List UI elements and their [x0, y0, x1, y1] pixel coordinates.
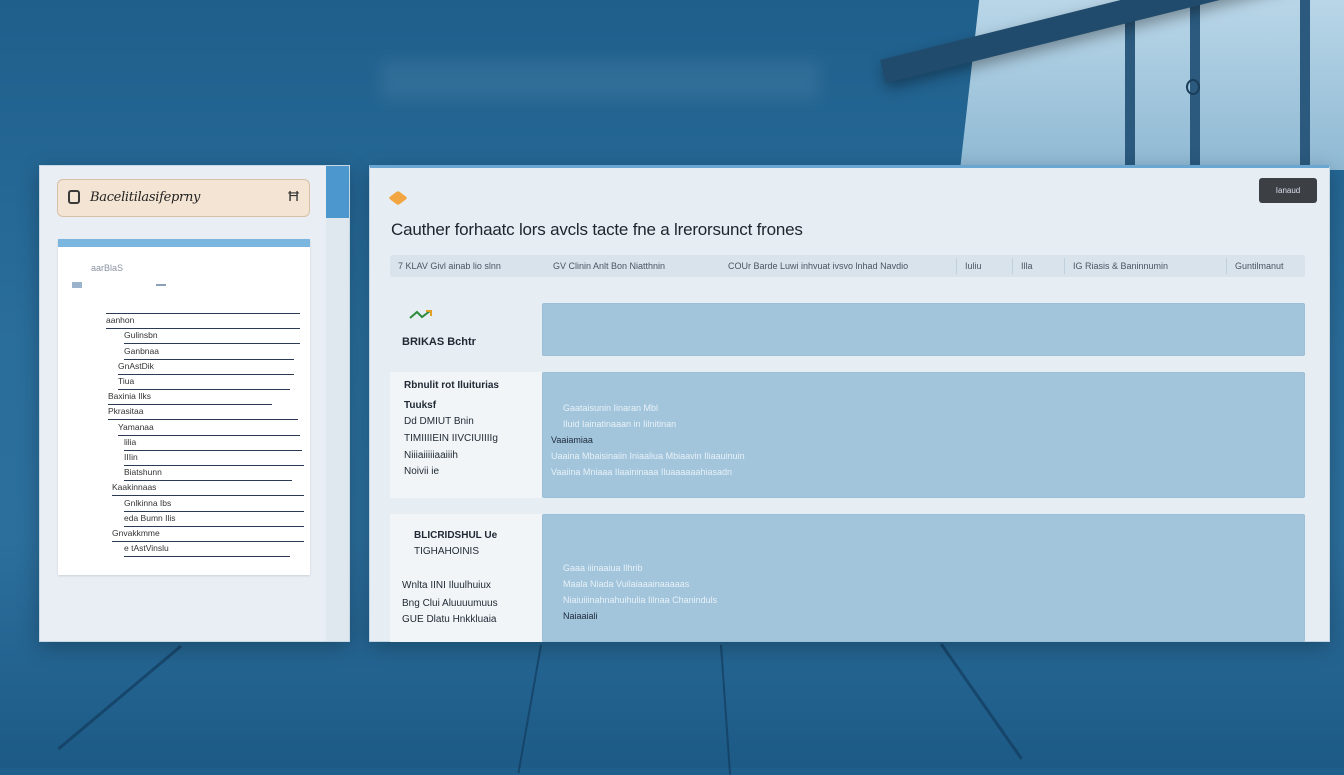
column-header[interactable]: IG Riasis & Baninnumin — [1073, 261, 1168, 271]
header-action-button[interactable]: Ianaud — [1259, 178, 1317, 203]
floor-line — [57, 645, 182, 751]
page-title: Cauther forhaatc lors avcls tacte fne a … — [391, 220, 803, 239]
document-line: Gnlkinna Ibs — [124, 497, 304, 512]
row-bar-text: Gaaa iiinaaiua Ilhrib — [563, 563, 643, 573]
column-divider — [1226, 258, 1227, 274]
row-bar-text: Gaataisunin Iinaran Mbl — [563, 403, 659, 413]
row-label-text: BLICRIDSHUL Ue — [414, 530, 498, 541]
row-label[interactable]: BRIKAS Bchtr — [390, 328, 540, 358]
row-bar-text: Vaaiamiaa — [551, 435, 593, 445]
row-label-text: Bng Clui Aluuuumuus — [402, 598, 498, 609]
document-line: Tiua — [118, 375, 290, 390]
panel-scroll-edge[interactable] — [326, 166, 349, 641]
document-line: Biatshunn — [124, 466, 292, 482]
row-label-text: Wnlta IINI Iluulhuiux — [402, 580, 491, 591]
row-label[interactable]: Rbnulit rot Iluiturias Tuuksf Dd DMIUT B… — [390, 372, 542, 498]
document-meta: aarBlaS — [91, 263, 124, 273]
document-line — [106, 299, 300, 314]
document-menu-icon[interactable]: Ħ — [288, 188, 299, 205]
row-bar[interactable]: Gaataisunin Iinaran Mbl Iluid Iainatinaa… — [542, 372, 1305, 498]
row-label-text: Tuuksf — [404, 400, 437, 411]
row-label-text: Dd DMIUT Bnin — [404, 416, 474, 427]
row-label-text: BRIKAS Bchtr — [402, 336, 476, 348]
app-diamond-icon — [388, 190, 408, 206]
document-square-icon — [72, 281, 82, 288]
row-bar-text: Iluid Iainatinaaan in Iilnitinan — [563, 419, 677, 429]
document-dash-icon — [156, 283, 167, 286]
column-divider — [1012, 258, 1013, 274]
row-bar-text: Naiaaiali — [563, 611, 598, 621]
row-label-text: GUE Dlatu Hnkkluaia — [402, 614, 497, 625]
document-preview-panel: Bacelitilasifeprny Ħ aarBlaS aanhon Gulin… — [39, 165, 350, 642]
floor-line — [940, 643, 1023, 760]
column-divider — [956, 258, 957, 274]
document-line: Baxinia Ilks — [108, 390, 272, 406]
column-header[interactable]: COUr Barde Luwi inhvuat ivsvo lnhad Navd… — [728, 261, 908, 271]
column-header[interactable]: Illa — [1021, 261, 1033, 271]
row-label-text: TIMIIIIEIN IIVCIUIIIIg — [404, 433, 498, 444]
column-header[interactable]: Guntilmanut — [1235, 261, 1284, 271]
arrow-icon — [409, 310, 432, 319]
floor-line — [517, 645, 542, 774]
document-line: IIIin — [124, 451, 304, 466]
column-header[interactable]: 7 KLAV Givl ainab lio slnn — [398, 261, 501, 271]
document-line: Ganbnaa — [124, 345, 294, 360]
document-icon — [68, 190, 80, 204]
document-line: Gnvakkmme — [112, 527, 304, 542]
document-page: aarBlaS aanhon Gulinsbn Ganbnaa GnAstDik Tiu… — [58, 239, 310, 575]
column-divider — [1064, 258, 1065, 274]
row-bar-text: Vaaiina Mniaaa Ilaaininaaa Iluaaaaaahias… — [551, 467, 732, 477]
document-line: lilia — [124, 436, 302, 451]
main-window: Ianaud Cauther forhaatc lors avcls tacte… — [369, 165, 1330, 642]
document-title: Bacelitilasifeprny — [90, 190, 201, 205]
column-header[interactable]: GV Clinin Anlt Bon Niatthnin — [553, 261, 665, 271]
background-glare — [380, 60, 820, 100]
document-line: Gulinsbn — [124, 329, 300, 345]
floor-line — [720, 644, 732, 775]
row-label-text: TIGHAHOINIS — [414, 546, 480, 557]
document-line: eda Bumn Ilis — [124, 512, 304, 527]
row-label-text: Rbnulit rot Iluiturias — [404, 380, 499, 391]
row-label-text: Niiiaiiiiiaaiiih — [404, 450, 458, 461]
background-knob — [1186, 79, 1200, 95]
background-mullion — [1125, 0, 1135, 170]
row-bar[interactable] — [542, 303, 1305, 356]
document-line: Yamanaa — [118, 421, 300, 436]
document-header[interactable]: Bacelitilasifeprny Ħ — [57, 179, 310, 217]
document-line: Kaakinnaas — [112, 481, 304, 497]
background-mullion — [1300, 0, 1310, 170]
row-bar-text: Niaiuiiinahnahuihulia Iilnaa Chaninduls — [563, 595, 718, 605]
row-bar-text: Uaaina Mbaisinaiin Iniaaliua Mbiaavin Il… — [551, 451, 745, 461]
row-bar[interactable]: Gaaa iiinaaiua Ilhrib Maala Niada Vuilai… — [542, 514, 1305, 642]
row-label[interactable]: BLICRIDSHUL Ue TIGHAHOINIS Wnlta IINI Il… — [390, 514, 542, 642]
row-label-text: Noivii ie — [404, 466, 440, 477]
document-line: GnAstDik — [118, 360, 294, 375]
document-meta-marks — [72, 280, 167, 289]
document-line: e tAstVinslu — [124, 542, 290, 558]
column-header[interactable]: Iuliu — [965, 261, 982, 271]
document-line: aanhon — [106, 314, 300, 330]
column-header-bar: 7 KLAV Givl ainab lio slnn GV Clinin Anl… — [390, 255, 1305, 277]
document-line: Pkrasitaa — [108, 405, 298, 421]
row-bar-text: Maala Niada Vuilaiaaainaaaaas — [563, 579, 690, 589]
